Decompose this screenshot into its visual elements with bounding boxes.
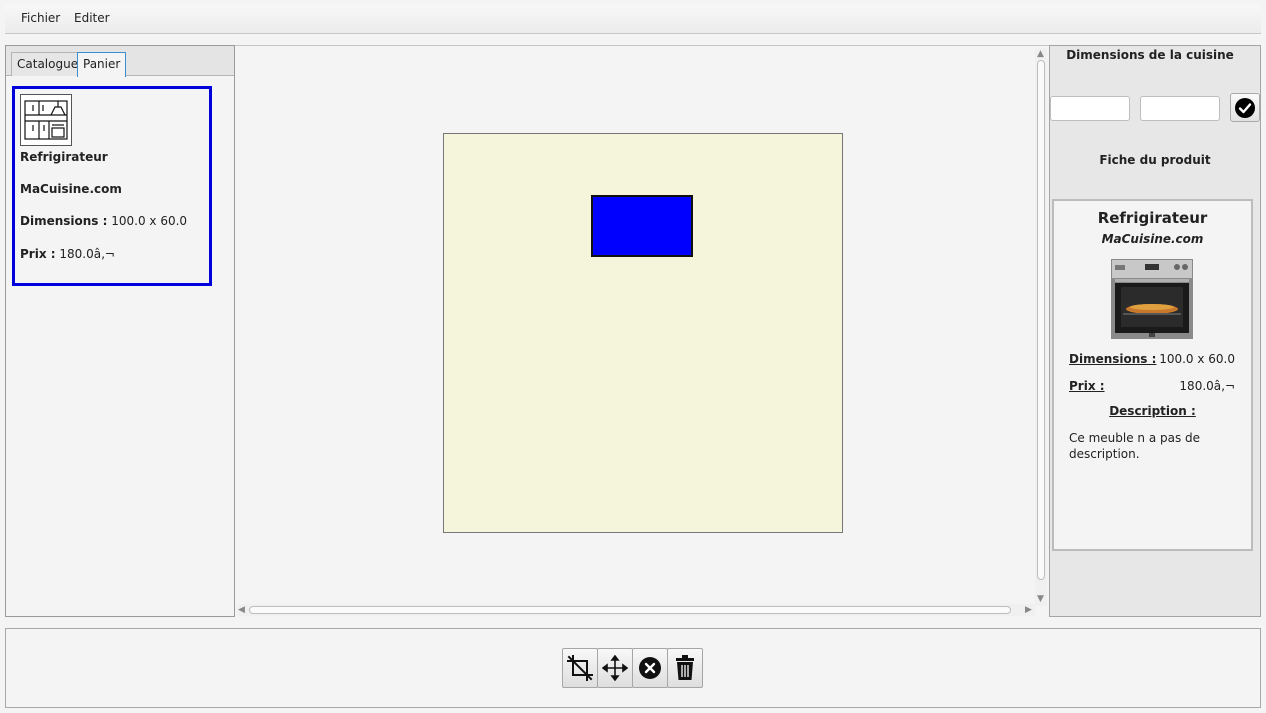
horizontal-scrollbar[interactable]: ◀ ▶: [237, 604, 1035, 616]
move-button[interactable]: [597, 648, 633, 688]
sheet-product-brand: MaCuisine.com: [1101, 232, 1204, 246]
card-dimensions: Dimensions : 100.0 x 60.0: [20, 214, 187, 228]
cancel-button[interactable]: [632, 648, 668, 688]
close-circle-icon: [639, 657, 661, 679]
menu-editer[interactable]: Editer: [74, 11, 110, 25]
product-image: [1111, 259, 1193, 339]
card-price-value: 180.0â‚¬: [55, 247, 115, 261]
placed-furniture[interactable]: [591, 195, 693, 257]
card-dimensions-value: 100.0 x 60.0: [107, 214, 188, 228]
card-price-label: Prix :: [20, 247, 56, 261]
card-price: Prix : 180.0â‚¬: [20, 247, 115, 261]
sheet-dimensions-label: Dimensions :: [1069, 352, 1157, 366]
menu-bar: Fichier Editer: [5, 5, 1261, 34]
cart-product-card[interactable]: Refrigirateur MaCuisine.com Dimensions :…: [12, 86, 212, 286]
move-arrows-icon: [602, 655, 628, 681]
tab-catalogue[interactable]: Catalogue: [11, 52, 85, 76]
vertical-scroll-thumb[interactable]: [1037, 60, 1045, 580]
trash-icon: [676, 655, 694, 680]
menu-fichier[interactable]: Fichier: [21, 11, 60, 25]
bottom-toolbar: [5, 628, 1261, 708]
tab-header: Catalogue Panier: [6, 46, 234, 77]
scroll-down-icon[interactable]: ▼: [1037, 594, 1044, 604]
horizontal-scroll-thumb[interactable]: [249, 606, 1011, 614]
sheet-price-value: 180.0â‚¬: [1179, 379, 1235, 393]
delete-button[interactable]: [667, 648, 703, 688]
card-product-brand: MaCuisine.com: [20, 182, 122, 196]
scroll-up-icon[interactable]: ▲: [1037, 49, 1044, 59]
kitchen-furniture-icon: [20, 94, 72, 146]
sheet-price-label: Prix :: [1069, 379, 1105, 393]
sheet-description-text: Ce meuble n a pas de description.: [1069, 431, 1201, 461]
validate-dimensions-button[interactable]: [1230, 93, 1260, 122]
left-panel: Catalogue Panier Refrigirateur MaCuisine…: [5, 45, 235, 617]
crop-button[interactable]: [562, 648, 598, 688]
scroll-left-icon[interactable]: ◀: [238, 605, 245, 615]
product-sheet-title: Fiche du produit: [1099, 153, 1211, 167]
kitchen-height-input[interactable]: [1140, 96, 1220, 121]
crop-off-icon: [567, 655, 593, 681]
card-product-name: Refrigirateur: [20, 150, 108, 164]
card-dimensions-label: Dimensions :: [20, 214, 108, 228]
kitchen-dimensions-title: Dimensions de la cuisine: [1066, 48, 1234, 62]
sheet-product-name: Refrigirateur: [1097, 209, 1208, 227]
vertical-scrollbar[interactable]: ▲ ▼: [1035, 48, 1047, 606]
right-panel: Dimensions de la cuisine Fiche du produi…: [1049, 45, 1261, 617]
kitchen-width-input[interactable]: [1050, 96, 1130, 121]
sheet-description-label: Description :: [1109, 404, 1196, 418]
check-circle-icon: [1235, 97, 1255, 118]
tab-panier[interactable]: Panier: [77, 52, 127, 77]
sheet-dimensions-value: 100.0 x 60.0: [1159, 352, 1235, 366]
product-sheet: Refrigirateur MaCuisine.com Dimensions :…: [1052, 199, 1253, 551]
scroll-right-icon[interactable]: ▶: [1025, 605, 1032, 615]
kitchen-floor[interactable]: [443, 133, 843, 533]
kitchen-canvas-area: ▲ ▼ ◀ ▶: [235, 45, 1049, 617]
